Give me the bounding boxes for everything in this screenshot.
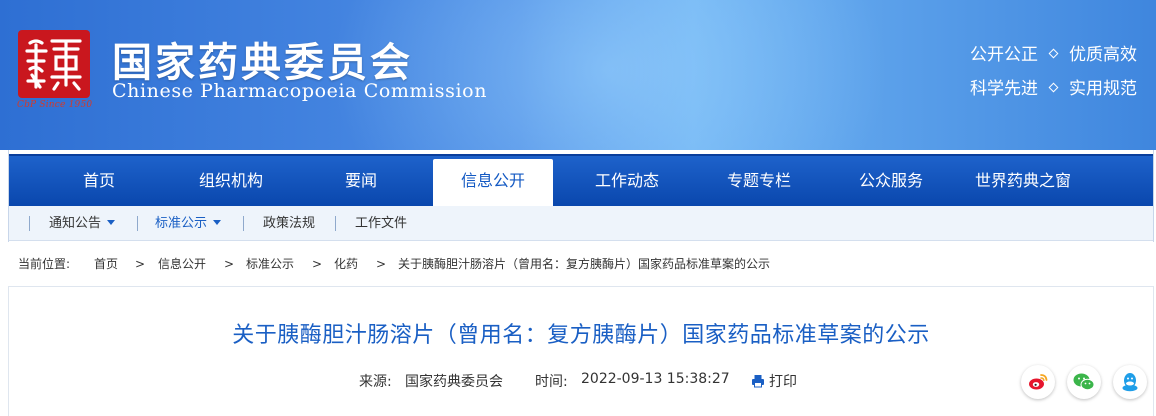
slogan-2a: 科学先进 [970,79,1038,99]
diamond-icon [1048,48,1059,59]
subnav-label: 通知公告 [49,216,102,231]
printer-icon[interactable] [751,374,765,388]
nav-item-work-updates[interactable]: 工作动态 [577,156,677,206]
nav-item-home[interactable]: 首页 [49,156,149,206]
wechat-glyph-icon [1073,373,1095,391]
slogan-line-1: 公开公正 优质高效 [970,38,1137,72]
nav-item-organization[interactable]: 组织机构 [181,156,281,206]
slogans: 公开公正 优质高效 科学先进 实用规范 [970,38,1137,106]
subnav-label: 标准公示 [155,216,208,231]
subnav-item-standard-publicity[interactable]: 标准公示 [155,206,222,241]
breadcrumb: 当前位置: 首页 > 信息公开 > 标准公示 > 化药 > 关于胰酶胆汁肠溶片（… [8,250,1154,278]
seal-since-text: CbP Since 1950 [17,100,93,110]
nav-bar: 首页 组织机构 要闻 信息公开 工作动态 专题专栏 公众服务 世界药典之窗 [9,154,1153,207]
seal-glyph-icon [25,39,82,91]
source-value: 国家药典委员会 [405,374,503,390]
breadcrumb-standard-publicity[interactable]: 标准公示 [246,250,294,278]
slogan-2b: 实用规范 [1069,79,1137,99]
time-label: 时间: [535,374,568,390]
breadcrumb-chemical-drugs[interactable]: 化药 [334,250,358,278]
source-label: 来源: [359,374,392,390]
article-title: 关于胰酶胆汁肠溶片（曾用名：复方胰酶片）国家药品标准草案的公示 [232,323,930,348]
breadcrumb-label: 当前位置: [18,257,71,271]
logo-seal-icon[interactable] [18,30,90,98]
divider [137,216,138,231]
article: 关于胰酶胆汁肠溶片（曾用名：复方胰酶片）国家药品标准草案的公示 来源: 国家药典… [8,286,1154,416]
breadcrumb-separator: > [312,257,323,271]
subnav-item-policies[interactable]: 政策法规 [263,206,315,241]
qq-glyph-icon [1122,373,1138,392]
nav-item-public-services[interactable]: 公众服务 [841,156,941,206]
site-title-en: Chinese Pharmacopoeia Commission [112,80,488,102]
breadcrumb-current[interactable]: 关于胰酶胆汁肠溶片（曾用名：复方胰酶片）国家药品标准草案的公示 [398,250,770,278]
slogan-line-2: 科学先进 实用规范 [970,72,1137,106]
wechat-icon[interactable] [1067,365,1101,399]
breadcrumb-separator: > [376,257,387,271]
site-header: CbP Since 1950 国家药典委员会 Chinese Pharmacop… [0,0,1156,150]
caret-down-icon [107,220,116,225]
weibo-glyph-icon [1029,374,1048,390]
print-button[interactable]: 打印 [769,371,797,391]
divider [335,216,336,231]
breadcrumb-info-disclosure[interactable]: 信息公开 [158,250,206,278]
slogan-1b: 优质高效 [1069,45,1137,65]
subnav-item-work-documents[interactable]: 工作文件 [355,206,407,241]
weibo-icon[interactable] [1021,365,1055,399]
caret-down-icon [213,220,222,225]
diamond-icon [1048,82,1059,93]
subnav-item-notices[interactable]: 通知公告 [49,206,116,241]
nav-item-info-disclosure[interactable]: 信息公开 [433,159,553,207]
divider [243,216,244,231]
nav-item-world-pharmacopoeia[interactable]: 世界药典之窗 [961,156,1085,206]
qq-icon[interactable] [1113,365,1147,399]
time-value: 2022-09-13 15:38:27 [581,371,730,387]
nav-item-special-topics[interactable]: 专题专栏 [709,156,809,206]
main-navigation: 首页 组织机构 要闻 信息公开 工作动态 专题专栏 公众服务 世界药典之窗 通知… [8,150,1154,242]
sub-navigation: 通知公告 标准公示 政策法规 工作文件 [9,206,1153,241]
divider [29,216,30,231]
nav-item-news[interactable]: 要闻 [311,156,411,206]
breadcrumb-separator: > [135,257,146,271]
breadcrumb-home[interactable]: 首页 [94,250,118,278]
slogan-1a: 公开公正 [970,45,1038,65]
breadcrumb-separator: > [224,257,235,271]
